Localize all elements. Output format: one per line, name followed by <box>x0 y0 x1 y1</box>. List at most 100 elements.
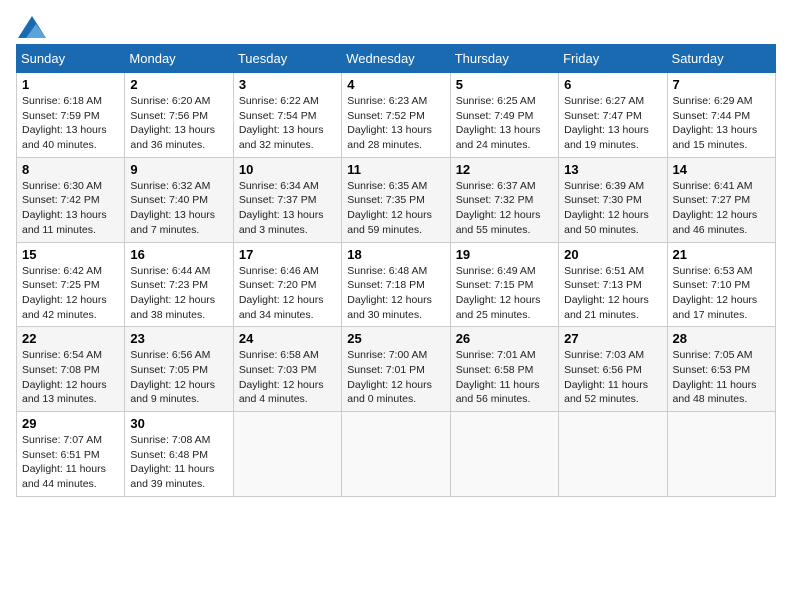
day-number: 22 <box>22 331 119 346</box>
calendar-cell: 7 Sunrise: 6:29 AM Sunset: 7:44 PM Dayli… <box>667 73 775 158</box>
sunset-label: Sunset: 7:01 PM <box>347 364 425 376</box>
calendar-week-row: 1 Sunrise: 6:18 AM Sunset: 7:59 PM Dayli… <box>17 73 776 158</box>
sunrise-label: Sunrise: 6:34 AM <box>239 180 319 192</box>
day-info: Sunrise: 6:48 AM Sunset: 7:18 PM Dayligh… <box>347 264 444 323</box>
day-info: Sunrise: 6:25 AM Sunset: 7:49 PM Dayligh… <box>456 94 553 153</box>
calendar-cell <box>450 412 558 497</box>
day-info: Sunrise: 6:18 AM Sunset: 7:59 PM Dayligh… <box>22 94 119 153</box>
calendar-cell <box>342 412 450 497</box>
daylight-label: Daylight: 13 hours and 3 minutes. <box>239 209 324 236</box>
sunset-label: Sunset: 6:56 PM <box>564 364 642 376</box>
calendar-week-row: 29 Sunrise: 7:07 AM Sunset: 6:51 PM Dayl… <box>17 412 776 497</box>
day-number: 11 <box>347 162 444 177</box>
sunrise-label: Sunrise: 7:00 AM <box>347 349 427 361</box>
day-number: 17 <box>239 247 336 262</box>
weekday-header: Tuesday <box>233 45 341 73</box>
sunset-label: Sunset: 6:48 PM <box>130 449 208 461</box>
logo <box>16 16 46 34</box>
day-info: Sunrise: 6:51 AM Sunset: 7:13 PM Dayligh… <box>564 264 661 323</box>
sunrise-label: Sunrise: 6:44 AM <box>130 265 210 277</box>
calendar-cell <box>559 412 667 497</box>
sunset-label: Sunset: 7:08 PM <box>22 364 100 376</box>
daylight-label: Daylight: 13 hours and 11 minutes. <box>22 209 107 236</box>
calendar-cell: 11 Sunrise: 6:35 AM Sunset: 7:35 PM Dayl… <box>342 157 450 242</box>
daylight-label: Daylight: 12 hours and 0 minutes. <box>347 379 432 406</box>
day-number: 8 <box>22 162 119 177</box>
sunset-label: Sunset: 6:58 PM <box>456 364 534 376</box>
calendar-cell: 22 Sunrise: 6:54 AM Sunset: 7:08 PM Dayl… <box>17 327 125 412</box>
daylight-label: Daylight: 12 hours and 50 minutes. <box>564 209 649 236</box>
day-number: 28 <box>673 331 770 346</box>
page-header <box>16 16 776 34</box>
sunset-label: Sunset: 7:47 PM <box>564 110 642 122</box>
sunrise-label: Sunrise: 6:48 AM <box>347 265 427 277</box>
day-info: Sunrise: 6:42 AM Sunset: 7:25 PM Dayligh… <box>22 264 119 323</box>
sunset-label: Sunset: 7:30 PM <box>564 194 642 206</box>
day-number: 5 <box>456 77 553 92</box>
weekday-header: Friday <box>559 45 667 73</box>
sunrise-label: Sunrise: 6:54 AM <box>22 349 102 361</box>
calendar-cell: 19 Sunrise: 6:49 AM Sunset: 7:15 PM Dayl… <box>450 242 558 327</box>
day-number: 26 <box>456 331 553 346</box>
sunrise-label: Sunrise: 6:58 AM <box>239 349 319 361</box>
calendar-cell: 3 Sunrise: 6:22 AM Sunset: 7:54 PM Dayli… <box>233 73 341 158</box>
daylight-label: Daylight: 12 hours and 21 minutes. <box>564 294 649 321</box>
sunset-label: Sunset: 7:03 PM <box>239 364 317 376</box>
day-number: 24 <box>239 331 336 346</box>
sunrise-label: Sunrise: 7:08 AM <box>130 434 210 446</box>
day-number: 21 <box>673 247 770 262</box>
sunrise-label: Sunrise: 7:03 AM <box>564 349 644 361</box>
calendar-cell: 6 Sunrise: 6:27 AM Sunset: 7:47 PM Dayli… <box>559 73 667 158</box>
weekday-header: Thursday <box>450 45 558 73</box>
calendar-cell: 4 Sunrise: 6:23 AM Sunset: 7:52 PM Dayli… <box>342 73 450 158</box>
day-info: Sunrise: 6:56 AM Sunset: 7:05 PM Dayligh… <box>130 348 227 407</box>
weekday-header: Sunday <box>17 45 125 73</box>
day-info: Sunrise: 6:54 AM Sunset: 7:08 PM Dayligh… <box>22 348 119 407</box>
daylight-label: Daylight: 11 hours and 52 minutes. <box>564 379 648 406</box>
day-number: 10 <box>239 162 336 177</box>
day-info: Sunrise: 6:41 AM Sunset: 7:27 PM Dayligh… <box>673 179 770 238</box>
sunrise-label: Sunrise: 7:07 AM <box>22 434 102 446</box>
day-info: Sunrise: 7:07 AM Sunset: 6:51 PM Dayligh… <box>22 433 119 492</box>
calendar-cell: 5 Sunrise: 6:25 AM Sunset: 7:49 PM Dayli… <box>450 73 558 158</box>
day-number: 30 <box>130 416 227 431</box>
sunset-label: Sunset: 7:27 PM <box>673 194 751 206</box>
sunset-label: Sunset: 7:13 PM <box>564 279 642 291</box>
day-number: 27 <box>564 331 661 346</box>
daylight-label: Daylight: 11 hours and 56 minutes. <box>456 379 540 406</box>
calendar-cell: 26 Sunrise: 7:01 AM Sunset: 6:58 PM Dayl… <box>450 327 558 412</box>
sunrise-label: Sunrise: 6:22 AM <box>239 95 319 107</box>
day-number: 20 <box>564 247 661 262</box>
daylight-label: Daylight: 13 hours and 19 minutes. <box>564 124 649 151</box>
sunset-label: Sunset: 7:42 PM <box>22 194 100 206</box>
day-number: 4 <box>347 77 444 92</box>
day-number: 6 <box>564 77 661 92</box>
sunrise-label: Sunrise: 6:35 AM <box>347 180 427 192</box>
calendar-week-row: 15 Sunrise: 6:42 AM Sunset: 7:25 PM Dayl… <box>17 242 776 327</box>
day-info: Sunrise: 7:03 AM Sunset: 6:56 PM Dayligh… <box>564 348 661 407</box>
day-number: 18 <box>347 247 444 262</box>
calendar-week-row: 22 Sunrise: 6:54 AM Sunset: 7:08 PM Dayl… <box>17 327 776 412</box>
sunrise-label: Sunrise: 6:51 AM <box>564 265 644 277</box>
calendar-cell: 18 Sunrise: 6:48 AM Sunset: 7:18 PM Dayl… <box>342 242 450 327</box>
sunrise-label: Sunrise: 6:29 AM <box>673 95 753 107</box>
day-number: 2 <box>130 77 227 92</box>
calendar-cell: 1 Sunrise: 6:18 AM Sunset: 7:59 PM Dayli… <box>17 73 125 158</box>
daylight-label: Daylight: 12 hours and 46 minutes. <box>673 209 758 236</box>
sunset-label: Sunset: 7:44 PM <box>673 110 751 122</box>
sunset-label: Sunset: 7:32 PM <box>456 194 534 206</box>
day-number: 25 <box>347 331 444 346</box>
daylight-label: Daylight: 12 hours and 34 minutes. <box>239 294 324 321</box>
calendar-cell: 17 Sunrise: 6:46 AM Sunset: 7:20 PM Dayl… <box>233 242 341 327</box>
day-info: Sunrise: 6:49 AM Sunset: 7:15 PM Dayligh… <box>456 264 553 323</box>
day-info: Sunrise: 6:58 AM Sunset: 7:03 PM Dayligh… <box>239 348 336 407</box>
sunrise-label: Sunrise: 6:49 AM <box>456 265 536 277</box>
calendar-cell: 15 Sunrise: 6:42 AM Sunset: 7:25 PM Dayl… <box>17 242 125 327</box>
calendar-cell: 25 Sunrise: 7:00 AM Sunset: 7:01 PM Dayl… <box>342 327 450 412</box>
daylight-label: Daylight: 11 hours and 44 minutes. <box>22 463 106 490</box>
sunrise-label: Sunrise: 6:23 AM <box>347 95 427 107</box>
sunset-label: Sunset: 7:52 PM <box>347 110 425 122</box>
daylight-label: Daylight: 12 hours and 25 minutes. <box>456 294 541 321</box>
daylight-label: Daylight: 12 hours and 38 minutes. <box>130 294 215 321</box>
sunrise-label: Sunrise: 6:41 AM <box>673 180 753 192</box>
